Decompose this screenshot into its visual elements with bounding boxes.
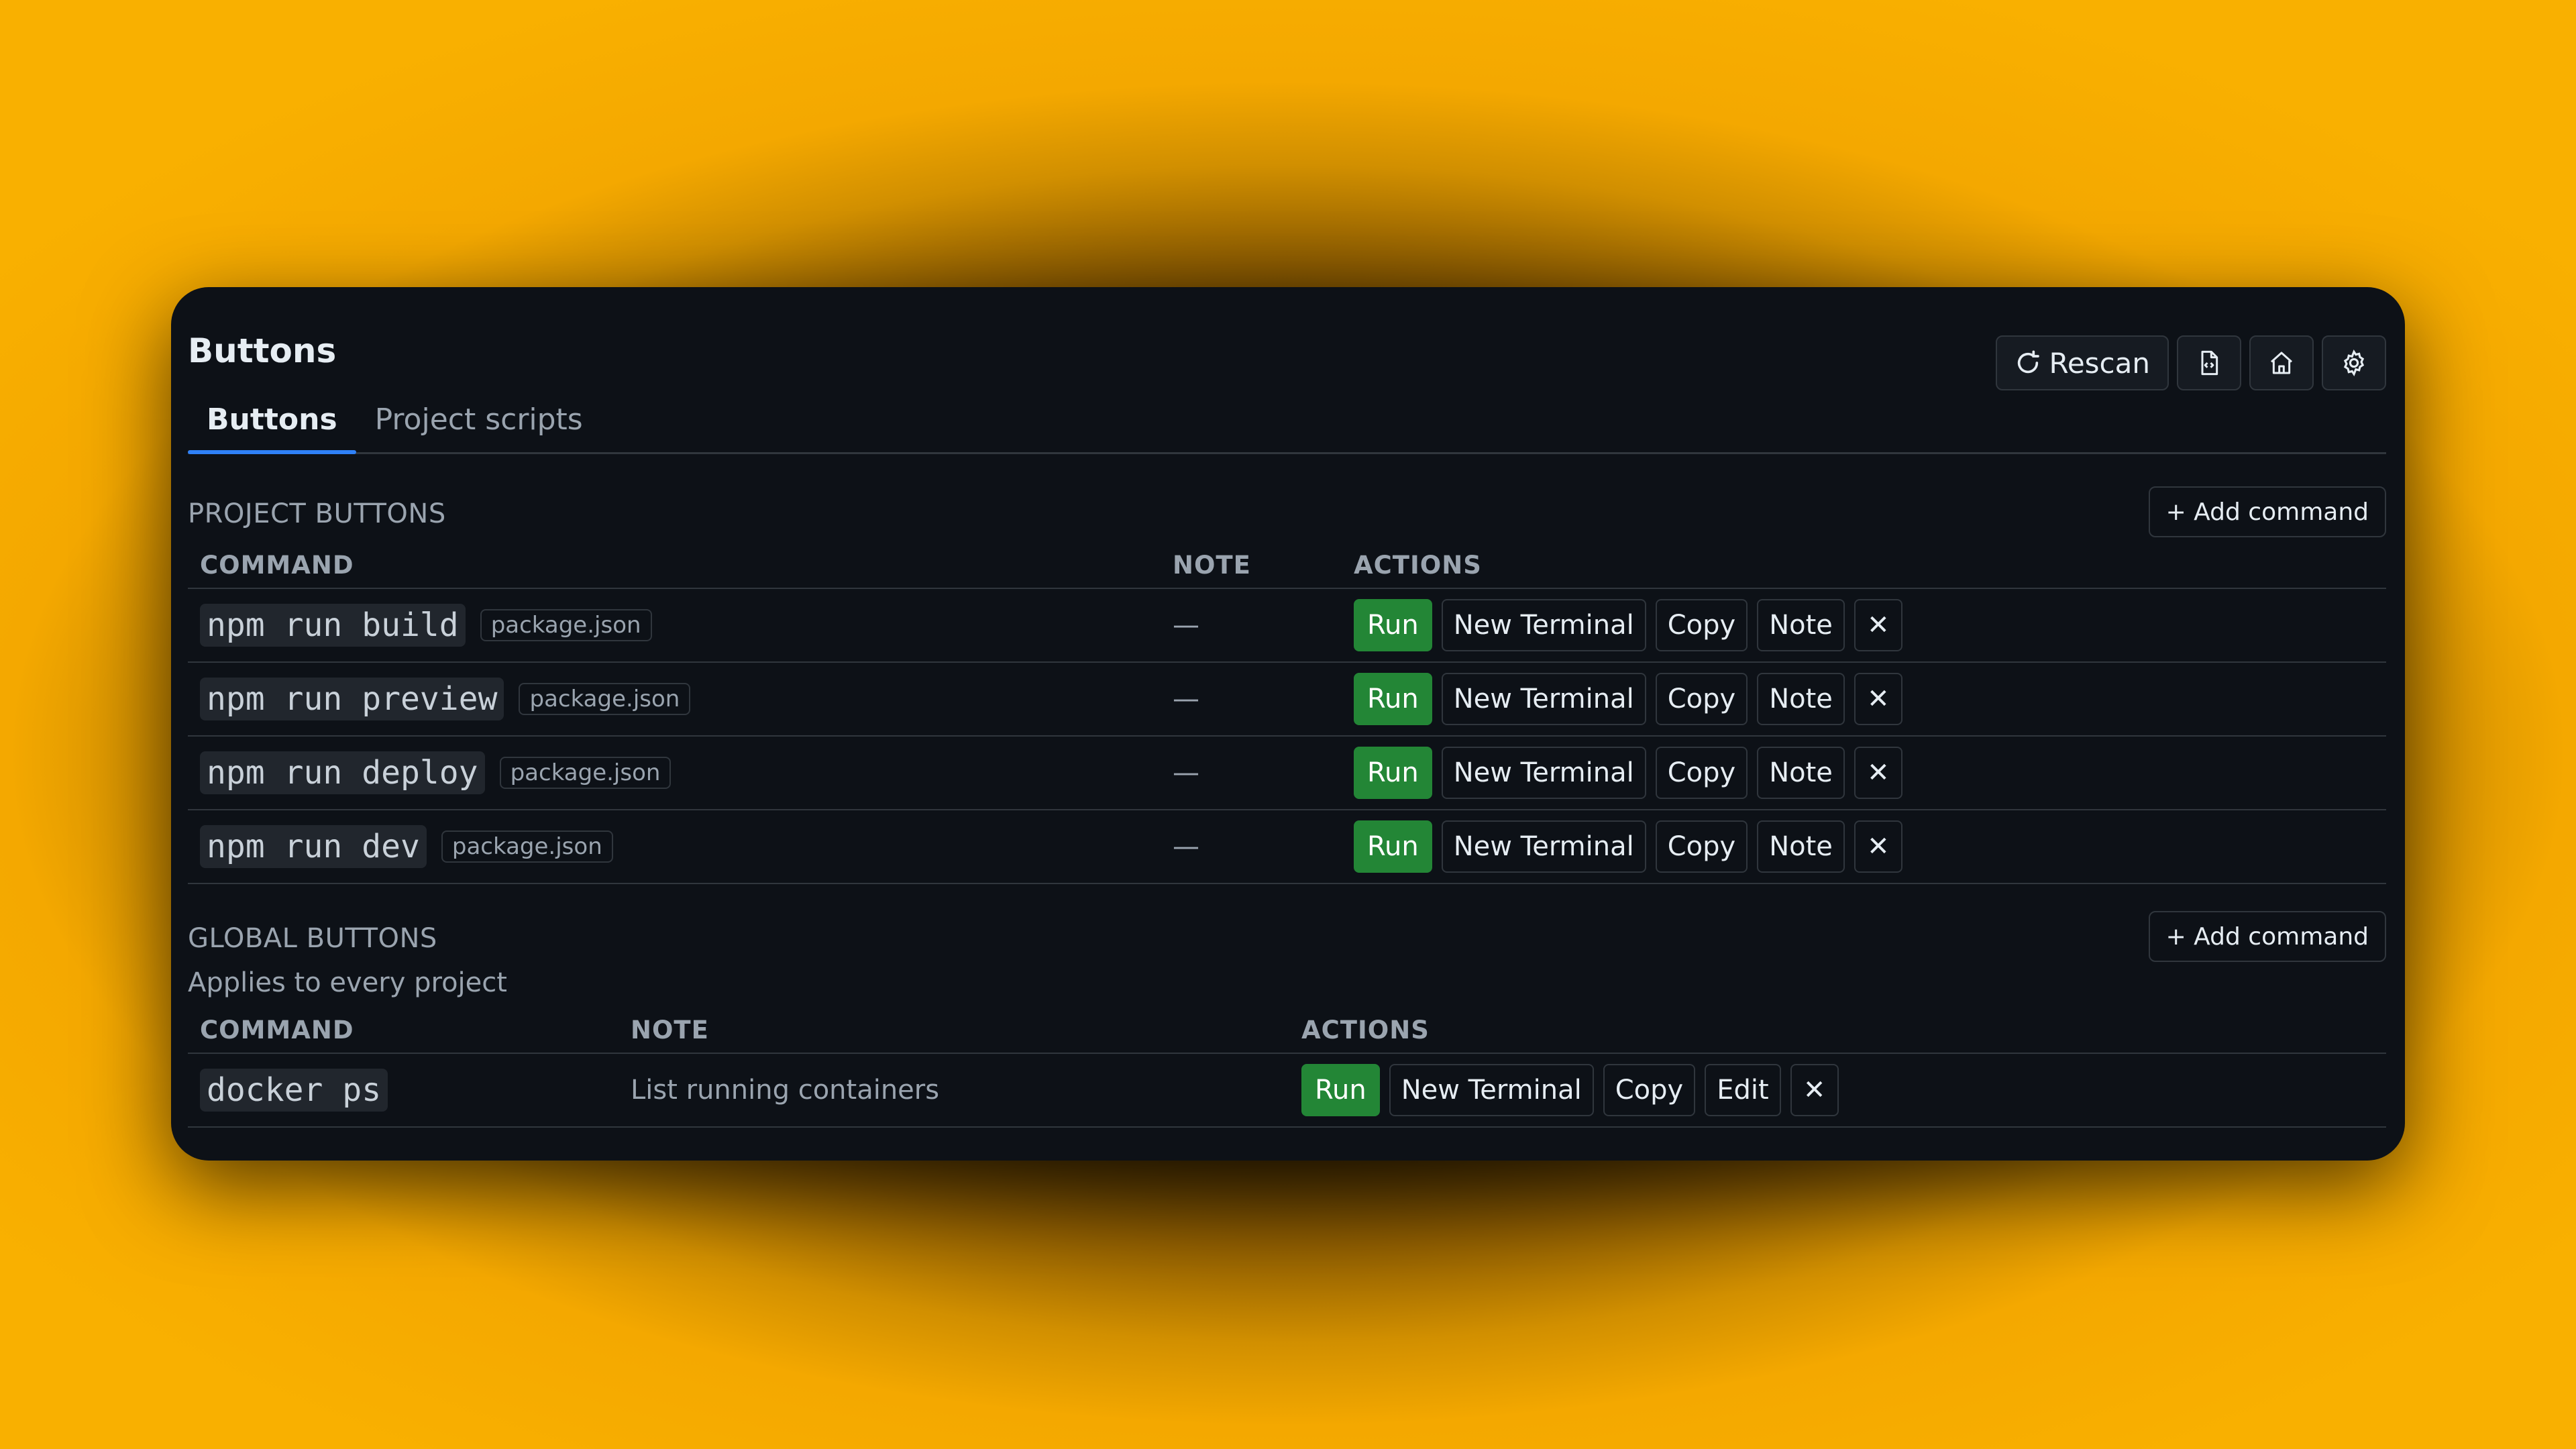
table-row: npm run preview package.json — Run New T… — [188, 662, 2386, 737]
delete-button[interactable]: ✕ — [1854, 599, 1902, 651]
source-badge: package.json — [441, 830, 613, 863]
home-icon — [2268, 350, 2295, 376]
table-row: docker ps List running containers Run Ne… — [188, 1053, 2386, 1128]
note-button[interactable]: Note — [1757, 673, 1845, 725]
tab-bar: Buttons Project scripts — [188, 386, 2386, 454]
run-button[interactable]: Run — [1354, 747, 1432, 799]
column-header-command: COMMAND — [188, 1006, 619, 1054]
command-code: npm run build — [200, 604, 466, 647]
section-title: GLOBAL BUTTONS — [188, 923, 437, 954]
section-title: PROJECT BUTTONS — [188, 498, 446, 529]
new-terminal-button[interactable]: New Terminal — [1441, 820, 1646, 873]
command-code: npm run preview — [200, 678, 504, 720]
buttons-panel: Buttons Rescan Buttons Project scripts P… — [171, 287, 2405, 1161]
column-header-actions: ACTIONS — [1289, 1006, 2386, 1054]
column-header-note: NOTE — [1161, 541, 1342, 589]
global-subtitle: Applies to every project — [188, 967, 507, 998]
new-terminal-button[interactable]: New Terminal — [1441, 599, 1646, 651]
tab-project-scripts[interactable]: Project scripts — [356, 386, 602, 452]
tab-buttons[interactable]: Buttons — [188, 386, 356, 454]
column-header-command: COMMAND — [188, 541, 1161, 589]
copy-button[interactable]: Copy — [1655, 673, 1748, 725]
copy-button[interactable]: Copy — [1655, 747, 1748, 799]
note-button[interactable]: Note — [1757, 820, 1845, 873]
header-actions: Rescan — [1995, 335, 2386, 390]
file-code-icon — [2196, 350, 2222, 376]
close-icon: ✕ — [1867, 610, 1890, 641]
note-value: — — [1173, 610, 1199, 641]
run-button[interactable]: Run — [1354, 673, 1432, 725]
table-row: npm run deploy package.json — Run New Te… — [188, 736, 2386, 810]
open-file-button[interactable] — [2177, 335, 2241, 390]
run-button[interactable]: Run — [1354, 599, 1432, 651]
note-value: — — [1173, 684, 1199, 714]
add-project-command-button[interactable]: + Add command — [2148, 486, 2386, 537]
source-badge: package.json — [480, 609, 652, 641]
global-buttons-table: COMMAND NOTE ACTIONS docker ps List runn… — [188, 1006, 2386, 1128]
table-row: npm run build package.json — Run New Ter… — [188, 588, 2386, 663]
column-header-actions: ACTIONS — [1342, 541, 2386, 589]
home-button[interactable] — [2249, 335, 2314, 390]
copy-button[interactable]: Copy — [1655, 820, 1748, 873]
command-code: npm run dev — [200, 825, 427, 868]
column-header-note: NOTE — [619, 1006, 1289, 1054]
global-buttons-header: GLOBAL BUTTONS + Add command — [188, 911, 2386, 966]
new-terminal-button[interactable]: New Terminal — [1389, 1064, 1594, 1116]
settings-button[interactable] — [2322, 335, 2386, 390]
run-button[interactable]: Run — [1301, 1064, 1380, 1116]
note-value: — — [1173, 831, 1199, 862]
rescan-button[interactable]: Rescan — [1995, 335, 2169, 390]
copy-button[interactable]: Copy — [1603, 1064, 1696, 1116]
delete-button[interactable]: ✕ — [1854, 747, 1902, 799]
note-button[interactable]: Note — [1757, 599, 1845, 651]
add-global-command-button[interactable]: + Add command — [2148, 911, 2386, 962]
source-badge: package.json — [499, 757, 672, 789]
close-icon: ✕ — [1867, 757, 1890, 788]
project-buttons-header: PROJECT BUTTONS + Add command — [188, 486, 2386, 541]
command-code: npm run deploy — [200, 751, 485, 794]
close-icon: ✕ — [1867, 831, 1890, 862]
command-code: docker ps — [200, 1069, 388, 1112]
note-value: List running containers — [631, 1075, 940, 1106]
edit-button[interactable]: Edit — [1705, 1064, 1781, 1116]
new-terminal-button[interactable]: New Terminal — [1441, 673, 1646, 725]
panel-header: Buttons Rescan — [188, 311, 2386, 390]
gear-icon — [2340, 349, 2368, 377]
rescan-icon — [2015, 350, 2041, 376]
panel-title: Buttons — [188, 331, 337, 370]
note-value: — — [1173, 757, 1199, 788]
note-button[interactable]: Note — [1757, 747, 1845, 799]
source-badge: package.json — [519, 683, 691, 715]
project-buttons-table: COMMAND NOTE ACTIONS npm run build packa… — [188, 541, 2386, 884]
close-icon: ✕ — [1867, 684, 1890, 714]
delete-button[interactable]: ✕ — [1854, 673, 1902, 725]
close-icon: ✕ — [1803, 1075, 1826, 1106]
table-row: npm run dev package.json — Run New Termi… — [188, 810, 2386, 884]
delete-button[interactable]: ✕ — [1854, 820, 1902, 873]
copy-button[interactable]: Copy — [1655, 599, 1748, 651]
new-terminal-button[interactable]: New Terminal — [1441, 747, 1646, 799]
delete-button[interactable]: ✕ — [1790, 1064, 1839, 1116]
rescan-label: Rescan — [2049, 346, 2150, 380]
run-button[interactable]: Run — [1354, 820, 1432, 873]
